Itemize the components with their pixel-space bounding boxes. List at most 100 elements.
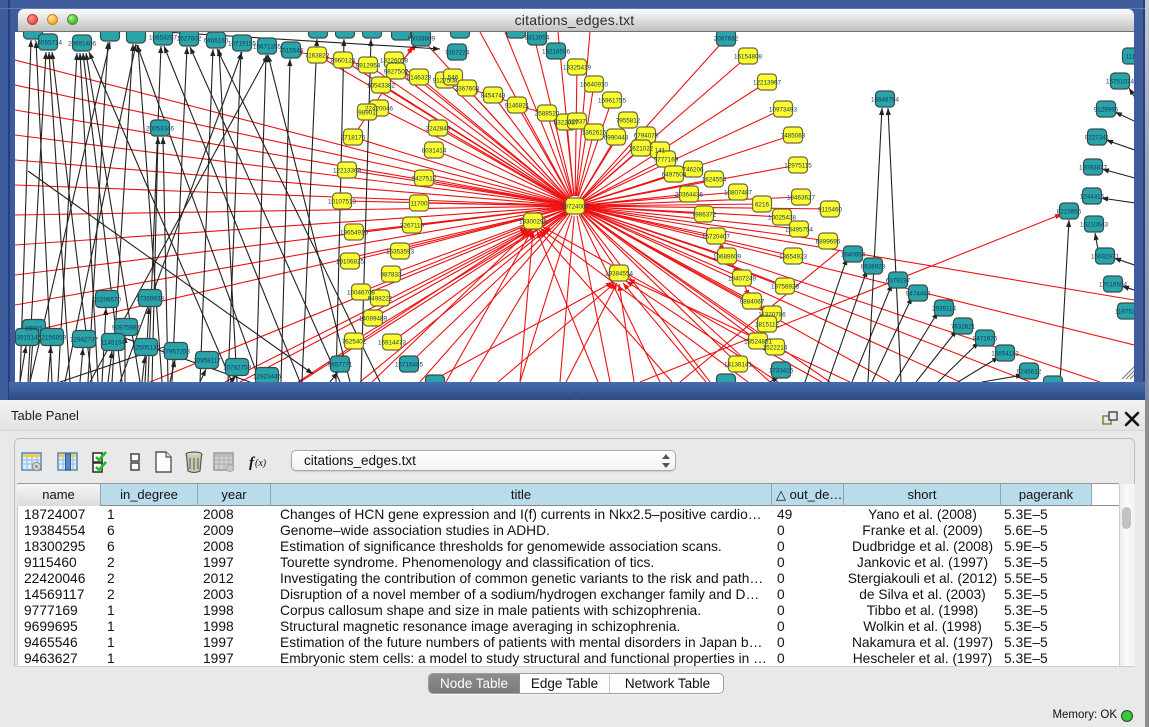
svg-text:141: 141 [655,148,666,155]
svg-text:17359938: 17359938 [136,296,165,303]
svg-text:6466160: 6466160 [204,38,229,45]
svg-text:2087682: 2087682 [714,36,739,43]
svg-text:2588520: 2588520 [535,111,560,118]
svg-text:16210643: 16210643 [1080,222,1109,229]
svg-text:2367608: 2367608 [455,86,480,93]
svg-text:10973493: 10973493 [769,107,798,114]
svg-text:13654923: 13654923 [779,254,808,261]
svg-text:17957253: 17957253 [162,349,191,356]
svg-text:14136141: 14136141 [724,362,753,369]
svg-text:1117: 1117 [1125,54,1134,61]
svg-text:12942737: 12942737 [70,337,99,344]
svg-text:6899695: 6899695 [816,239,841,246]
svg-text:16914473: 16914473 [378,340,407,347]
svg-text:2242848: 2242848 [426,126,451,133]
svg-text:8912954: 8912954 [356,63,381,70]
svg-text:12037: 12037 [568,119,586,126]
svg-text:9115460: 9115460 [818,207,843,214]
svg-text:8454749: 8454749 [481,93,506,100]
svg-text:11320786: 11320786 [758,312,786,319]
svg-text:1640954: 1640954 [841,252,866,259]
svg-text:2935114: 2935114 [932,306,957,313]
svg-text:19384554: 19384554 [605,271,634,278]
svg-text:18495754: 18495754 [785,227,814,234]
svg-text:14099489: 14099489 [359,316,388,323]
svg-text:8938928: 8938928 [861,264,886,271]
svg-text:546: 546 [448,75,459,82]
svg-text:14055714: 14055714 [34,40,63,47]
svg-text:(x): (x) [255,458,267,469]
svg-text:10653287: 10653287 [149,35,178,42]
svg-text:11700: 11700 [410,201,428,208]
svg-text:391514: 391514 [16,335,38,342]
svg-text:18463627: 18463627 [787,195,816,202]
svg-text:6216: 6216 [755,202,770,209]
svg-text:19218506: 19218506 [542,49,571,56]
svg-text:15720407: 15720407 [702,234,731,241]
svg-text:3267110: 3267110 [400,223,425,230]
svg-text:9884067: 9884067 [740,299,765,306]
svg-text:12213967: 12213967 [753,80,782,87]
svg-text:19654915: 19654915 [340,230,369,237]
svg-text:7986372: 7986372 [692,212,717,219]
svg-text:7163822: 7163822 [305,53,330,60]
svg-text:9245612: 9245612 [1017,369,1042,376]
svg-text:8146328: 8146328 [407,75,432,82]
svg-text:10688609: 10688609 [713,254,742,261]
svg-text:18724007: 18724007 [561,204,590,211]
svg-text:1527602: 1527602 [177,36,202,43]
svg-text:7515546: 7515546 [279,48,304,55]
svg-text:1815112: 1815112 [755,322,780,329]
svg-text:13325419: 13325419 [563,65,592,72]
svg-text:10107513: 10107513 [328,199,357,206]
svg-text:16648784: 16648784 [871,97,900,104]
svg-text:7955812: 7955812 [616,118,641,125]
svg-text:10807487: 10807487 [724,190,753,197]
svg-text:85001: 85001 [25,326,43,333]
svg-text:10025438: 10025438 [768,215,797,222]
svg-text:1733426: 1733426 [769,368,794,375]
svg-text:6794078: 6794078 [634,133,659,140]
svg-text:17016504: 17016504 [1099,282,1128,289]
svg-text:10958117: 10958117 [193,358,221,365]
svg-text:7357224: 7357224 [445,50,470,57]
svg-text:12213369: 12213369 [333,168,362,175]
svg-text:16961755: 16961755 [598,98,627,105]
svg-text:7625402: 7625402 [342,339,367,346]
svg-text:1244415: 1244415 [1080,194,1105,201]
svg-text:15353593: 15353593 [386,249,415,256]
svg-text:8813054: 8813054 [525,35,550,42]
svg-text:12975115: 12975115 [784,163,812,170]
svg-text:12156859: 12156859 [38,335,67,342]
svg-text:20053346: 20053346 [146,126,175,133]
svg-text:9827502: 9827502 [384,69,409,76]
svg-text:1145194: 1145194 [101,340,126,347]
svg-text:6379197: 6379197 [886,278,911,285]
svg-text:19756928: 19756928 [771,284,800,291]
svg-text:10654112: 10654112 [991,351,1019,358]
svg-text:9777169: 9777169 [654,157,679,164]
svg-text:9474444: 9474444 [906,291,931,298]
svg-text:9227341: 9227341 [1085,135,1110,142]
svg-text:19106825: 19106825 [336,259,365,266]
svg-text:16154808: 16154808 [734,54,763,61]
svg-text:16671355: 16671355 [253,44,282,51]
svg-text:20691406: 20691406 [68,41,97,48]
svg-text:9498222: 9498222 [368,296,393,303]
svg-text:9657771: 9657771 [328,362,353,369]
svg-text:987833: 987833 [380,272,402,279]
svg-text:20206570: 20206570 [93,297,122,304]
svg-text:6497508: 6497508 [662,172,687,179]
svg-text:15716485: 15716485 [395,362,424,369]
svg-text:2718176: 2718176 [341,135,366,142]
svg-text:1624554: 1624554 [702,177,727,184]
svg-text:12505135: 12505135 [132,345,161,352]
svg-text:9129966: 9129966 [1094,107,1119,114]
svg-text:13226058: 13226058 [380,58,409,65]
svg-text:1167534: 1167534 [1115,309,1134,316]
svg-text:98901: 98901 [358,110,376,117]
svg-text:15751074: 15751074 [1106,79,1134,86]
svg-text:10543382: 10543382 [367,83,396,90]
svg-text:18300295: 18300295 [519,219,548,226]
svg-text:1522214: 1522214 [763,345,788,352]
